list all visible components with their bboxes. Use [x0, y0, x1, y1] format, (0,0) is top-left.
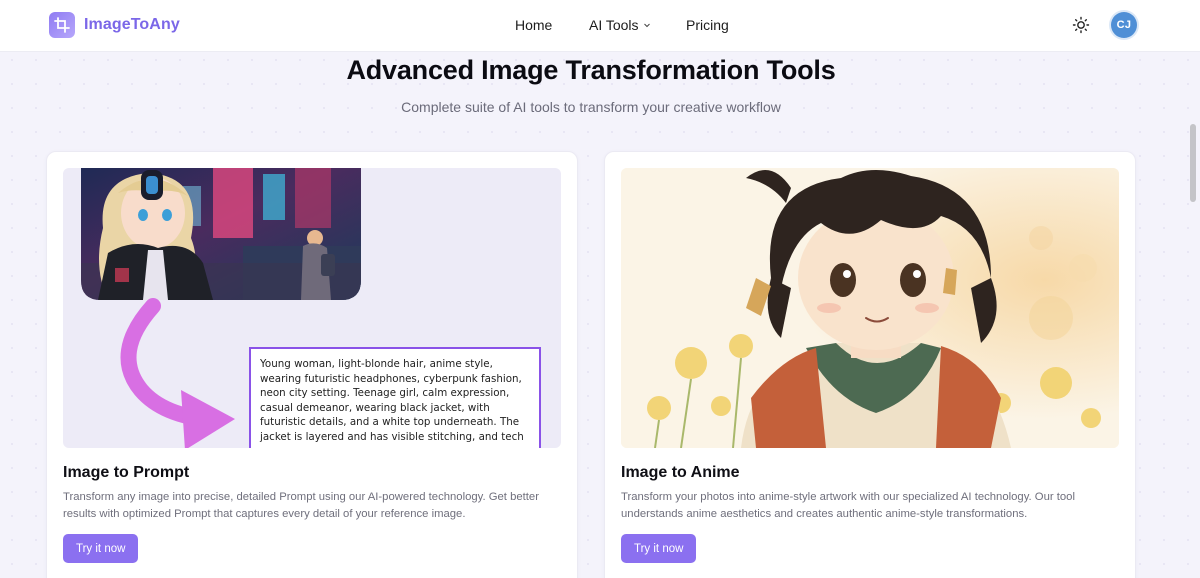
image-to-anime-preview: [621, 168, 1119, 448]
image-to-prompt-preview: Young woman, light-blonde hair, anime st…: [63, 168, 561, 448]
chevron-down-icon: [643, 23, 650, 28]
top-navbar: ImageToAny Home AI Tools Pricing CJ: [0, 0, 1200, 52]
brand-logo[interactable]: ImageToAny: [49, 12, 180, 38]
crop-icon: [49, 12, 75, 38]
try-it-now-button[interactable]: Try it now: [621, 534, 697, 563]
scrollbar-thumb[interactable]: [1190, 124, 1196, 202]
try-it-now-button[interactable]: Try it now: [63, 534, 139, 563]
nav-home[interactable]: Home: [515, 17, 552, 33]
card-description: Transform any image into precise, detail…: [63, 491, 539, 520]
sun-icon[interactable]: [1072, 16, 1090, 34]
page-subtitle: Complete suite of AI tools to transform …: [401, 99, 781, 115]
card-title: Image to Prompt: [63, 464, 190, 481]
tool-card-image-to-anime: Image to Anime Transform your photos int…: [604, 151, 1136, 578]
nav-ai-tools[interactable]: AI Tools: [589, 17, 651, 33]
nav-pricing[interactable]: Pricing: [686, 17, 729, 33]
brand-name: ImageToAny: [84, 16, 180, 33]
prompt-text-box: Young woman, light-blonde hair, anime st…: [249, 347, 541, 448]
page-title: Advanced Image Transformation Tools: [346, 55, 836, 85]
card-description: Transform your photos into anime-style a…: [621, 491, 1075, 520]
anime-girl-portrait-illustration: [621, 168, 1119, 448]
user-avatar[interactable]: CJ: [1111, 12, 1137, 38]
tool-card-image-to-prompt: Young woman, light-blonde hair, anime st…: [46, 151, 578, 578]
nav-ai-tools-label: AI Tools: [589, 17, 639, 33]
card-title: Image to Anime: [621, 464, 740, 481]
